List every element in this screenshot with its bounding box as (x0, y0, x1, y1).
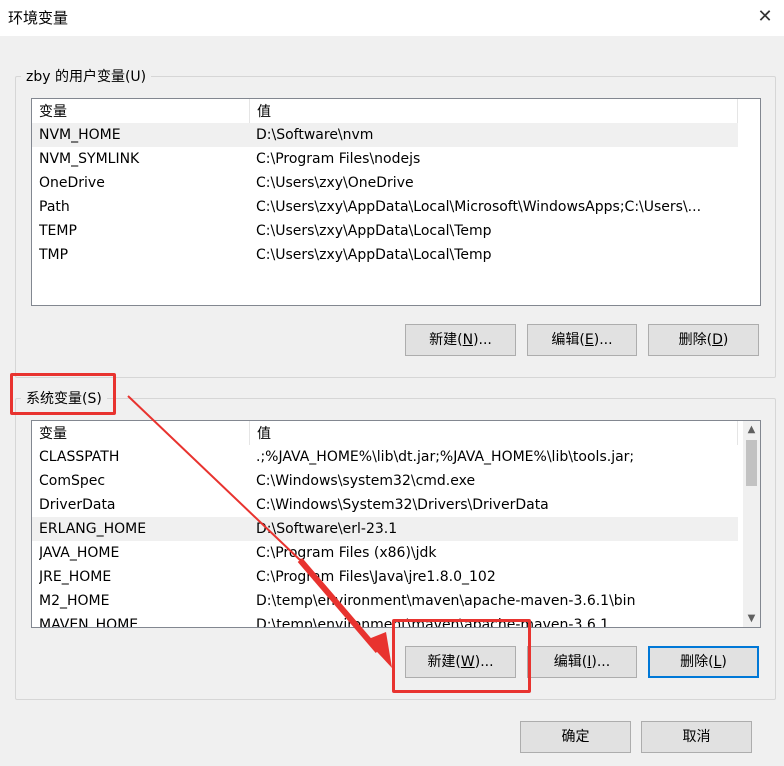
system-variables-list[interactable]: 变量 值 CLASSPATH .;%JAVA_HOME%\lib\dt.jar;… (31, 420, 761, 628)
variable-name: Path (39, 199, 70, 215)
variable-name: NVM_HOME (39, 127, 121, 143)
column-header-value[interactable]: 值 (250, 99, 738, 123)
user-variables-header: 变量 值 (32, 99, 760, 123)
system-variables-header: 变量 值 (32, 421, 760, 445)
variable-value: C:\Windows\system32\cmd.exe (256, 473, 476, 489)
table-row[interactable]: JAVA_HOME C:\Program Files (x86)\jdk (32, 541, 738, 565)
button-label: 编辑( (551, 332, 585, 348)
system-edit-button[interactable]: 编辑(I)... (527, 646, 637, 678)
variable-name: ComSpec (39, 473, 106, 489)
title-bar: 环境变量 ✕ (0, 0, 784, 36)
variable-value: C:\Program Files (x86)\jdk (256, 545, 437, 561)
variable-value: C:\Users\zxy\OneDrive (256, 175, 414, 191)
window-title: 环境变量 (8, 9, 69, 27)
table-row[interactable]: OneDrive C:\Users\zxy\OneDrive (32, 171, 738, 195)
variable-name: M2_HOME (39, 593, 110, 609)
table-row[interactable]: ERLANG_HOME D:\Software\erl-23.1 (32, 517, 738, 541)
variable-name: CLASSPATH (39, 449, 120, 465)
environment-variables-dialog: 环境变量 ✕ zby 的用户变量(U) 变量 值 NVM_HOME D:\Sof… (0, 0, 784, 766)
button-label: 删除( (678, 332, 713, 348)
button-label-suffix: )... (473, 332, 492, 348)
variable-name: DriverData (39, 497, 116, 513)
variable-name: JAVA_HOME (39, 545, 120, 561)
variable-value: D:\Software\nvm (256, 127, 374, 143)
table-row[interactable]: NVM_HOME D:\Software\nvm (32, 123, 738, 147)
close-icon[interactable]: ✕ (752, 4, 778, 30)
variable-value: C:\Program Files\Java\jre1.8.0_102 (256, 569, 496, 585)
table-row[interactable]: NVM_SYMLINK C:\Program Files\nodejs (32, 147, 738, 171)
vertical-scrollbar[interactable]: ▲ ▼ (743, 421, 760, 627)
button-label-suffix: ) (721, 654, 727, 670)
cancel-button[interactable]: 取消 (641, 721, 752, 753)
variable-name: NVM_SYMLINK (39, 151, 140, 167)
user-delete-button[interactable]: 删除(D) (648, 324, 759, 356)
table-row[interactable]: Path C:\Users\zxy\AppData\Local\Microsof… (32, 195, 738, 219)
user-edit-button[interactable]: 编辑(E)... (527, 324, 637, 356)
variable-value: D:\Software\erl-23.1 (256, 521, 398, 537)
table-row[interactable]: MAVEN_HOME D:\temp\environment\maven\apa… (32, 613, 738, 628)
scroll-up-icon[interactable]: ▲ (743, 421, 760, 438)
variable-value: C:\Users\zxy\AppData\Local\Microsoft\Win… (256, 199, 702, 215)
user-new-button[interactable]: 新建(N)... (405, 324, 516, 356)
button-label-suffix: ) (722, 332, 729, 348)
variable-name: OneDrive (39, 175, 105, 191)
variable-value: C:\Program Files\nodejs (256, 151, 421, 167)
ok-button[interactable]: 确定 (520, 721, 631, 753)
button-label-suffix: )... (591, 654, 611, 670)
user-variables-list[interactable]: 变量 值 NVM_HOME D:\Software\nvm NVM_SYMLIN… (31, 98, 761, 306)
variable-name: TMP (39, 247, 69, 263)
button-label: 删除( (680, 654, 714, 670)
variable-value: C:\Windows\System32\Drivers\DriverData (256, 497, 549, 513)
table-row[interactable]: DriverData C:\Windows\System32\Drivers\D… (32, 493, 738, 517)
scroll-thumb[interactable] (746, 440, 757, 486)
scroll-down-icon[interactable]: ▼ (743, 610, 760, 627)
variable-name: ERLANG_HOME (39, 521, 147, 537)
button-label: 编辑( (553, 654, 588, 670)
annotation-box-system-label (10, 373, 116, 415)
access-key: N (462, 332, 474, 348)
table-row[interactable]: JRE_HOME C:\Program Files\Java\jre1.8.0_… (32, 565, 738, 589)
access-key: D (712, 332, 723, 348)
column-header-variable[interactable]: 变量 (32, 421, 250, 445)
table-row[interactable]: TMP C:\Users\zxy\AppData\Local\Temp (32, 243, 738, 267)
variable-name: TEMP (39, 223, 77, 239)
table-row[interactable]: ComSpec C:\Windows\system32\cmd.exe (32, 469, 738, 493)
system-variables-rows: CLASSPATH .;%JAVA_HOME%\lib\dt.jar;%JAVA… (32, 445, 738, 628)
user-variables-rows: NVM_HOME D:\Software\nvm NVM_SYMLINK C:\… (32, 123, 738, 267)
user-variables-legend: zby 的用户变量(U) (26, 69, 147, 85)
table-row[interactable]: TEMP C:\Users\zxy\AppData\Local\Temp (32, 219, 738, 243)
column-header-value[interactable]: 值 (250, 421, 738, 445)
variable-value: .;%JAVA_HOME%\lib\dt.jar;%JAVA_HOME%\lib… (256, 449, 635, 465)
table-row[interactable]: CLASSPATH .;%JAVA_HOME%\lib\dt.jar;%JAVA… (32, 445, 738, 469)
variable-value: C:\Users\zxy\AppData\Local\Temp (256, 247, 492, 263)
variable-name: MAVEN_HOME (39, 617, 139, 628)
variable-name: JRE_HOME (39, 569, 112, 585)
button-label: 新建( (429, 332, 463, 348)
system-delete-button[interactable]: 删除(L) (648, 646, 759, 678)
table-row[interactable]: M2_HOME D:\temp\environment\maven\apache… (32, 589, 738, 613)
annotation-box-new-button (392, 619, 531, 693)
button-label-suffix: )... (593, 332, 613, 348)
column-header-variable[interactable]: 变量 (32, 99, 250, 123)
access-key: E (584, 332, 594, 348)
variable-value: D:\temp\environment\maven\apache-maven-3… (256, 593, 636, 609)
variable-value: C:\Users\zxy\AppData\Local\Temp (256, 223, 492, 239)
